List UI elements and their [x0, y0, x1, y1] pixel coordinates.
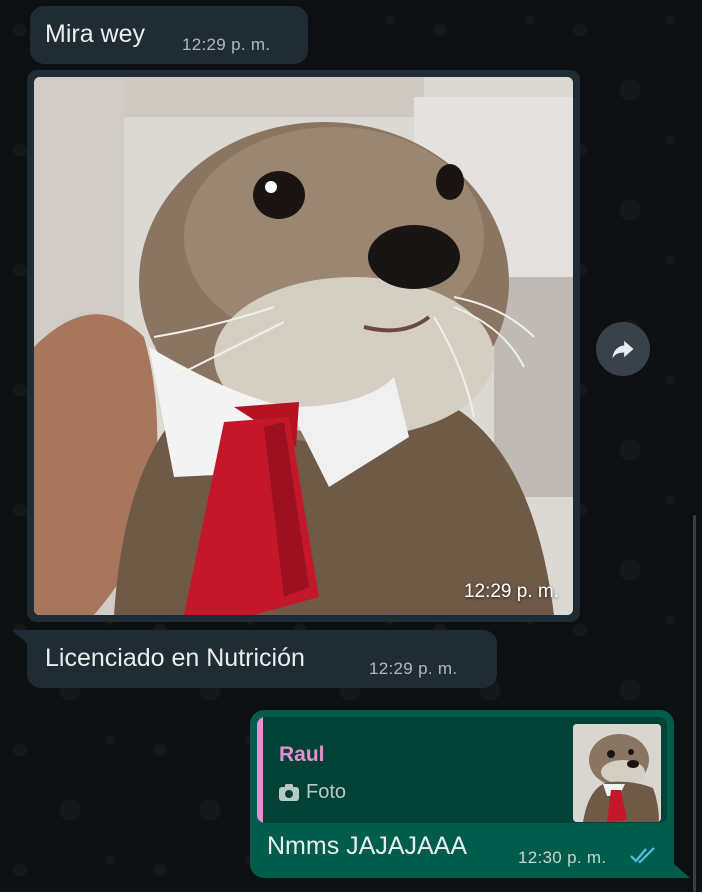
image-message-bubble[interactable]: 12:29 p. m.: [27, 70, 580, 622]
message-text: Nmms JAJAJAAA: [267, 832, 468, 860]
message-bubble-incoming[interactable]: Mira wey 12:29 p. m.: [30, 6, 308, 64]
forward-button[interactable]: [596, 322, 650, 376]
otter-thumbnail: [573, 724, 661, 822]
camera-icon: [279, 784, 299, 801]
bubble-tail: [674, 864, 690, 878]
quoted-thumbnail: [573, 724, 661, 822]
message-text: Licenciado en Nutrición: [45, 644, 305, 672]
quoted-type: Foto: [279, 781, 346, 804]
message-bubble-outgoing[interactable]: Raul Foto Nmms JAJAJAAA 12:30 p. m.: [250, 710, 674, 878]
message-time: 12:29 p. m.: [182, 35, 271, 54]
otter-photo[interactable]: 12:29 p. m.: [34, 77, 573, 615]
message-text: Mira wey: [45, 20, 146, 48]
quote-accent-bar: [257, 717, 263, 823]
chat-background: Mira wey 12:29 p. m. 12:29 p. m. Licenci…: [0, 0, 702, 892]
quoted-sender: Raul: [279, 743, 325, 766]
otter-illustration: [34, 77, 573, 615]
message-time: 12:30 p. m.: [518, 848, 607, 867]
forward-arrow-icon: [612, 340, 634, 359]
quoted-message[interactable]: Raul Foto: [257, 717, 667, 823]
quoted-type-label: Foto: [306, 781, 347, 803]
double-check-icon: [630, 847, 655, 864]
message-time: 12:29 p. m.: [369, 659, 458, 678]
scrollbar[interactable]: [693, 515, 696, 892]
bubble-tail: [12, 630, 28, 644]
image-time: 12:29 p. m.: [463, 581, 559, 602]
message-bubble-incoming[interactable]: Licenciado en Nutrición 12:29 p. m.: [27, 630, 497, 688]
